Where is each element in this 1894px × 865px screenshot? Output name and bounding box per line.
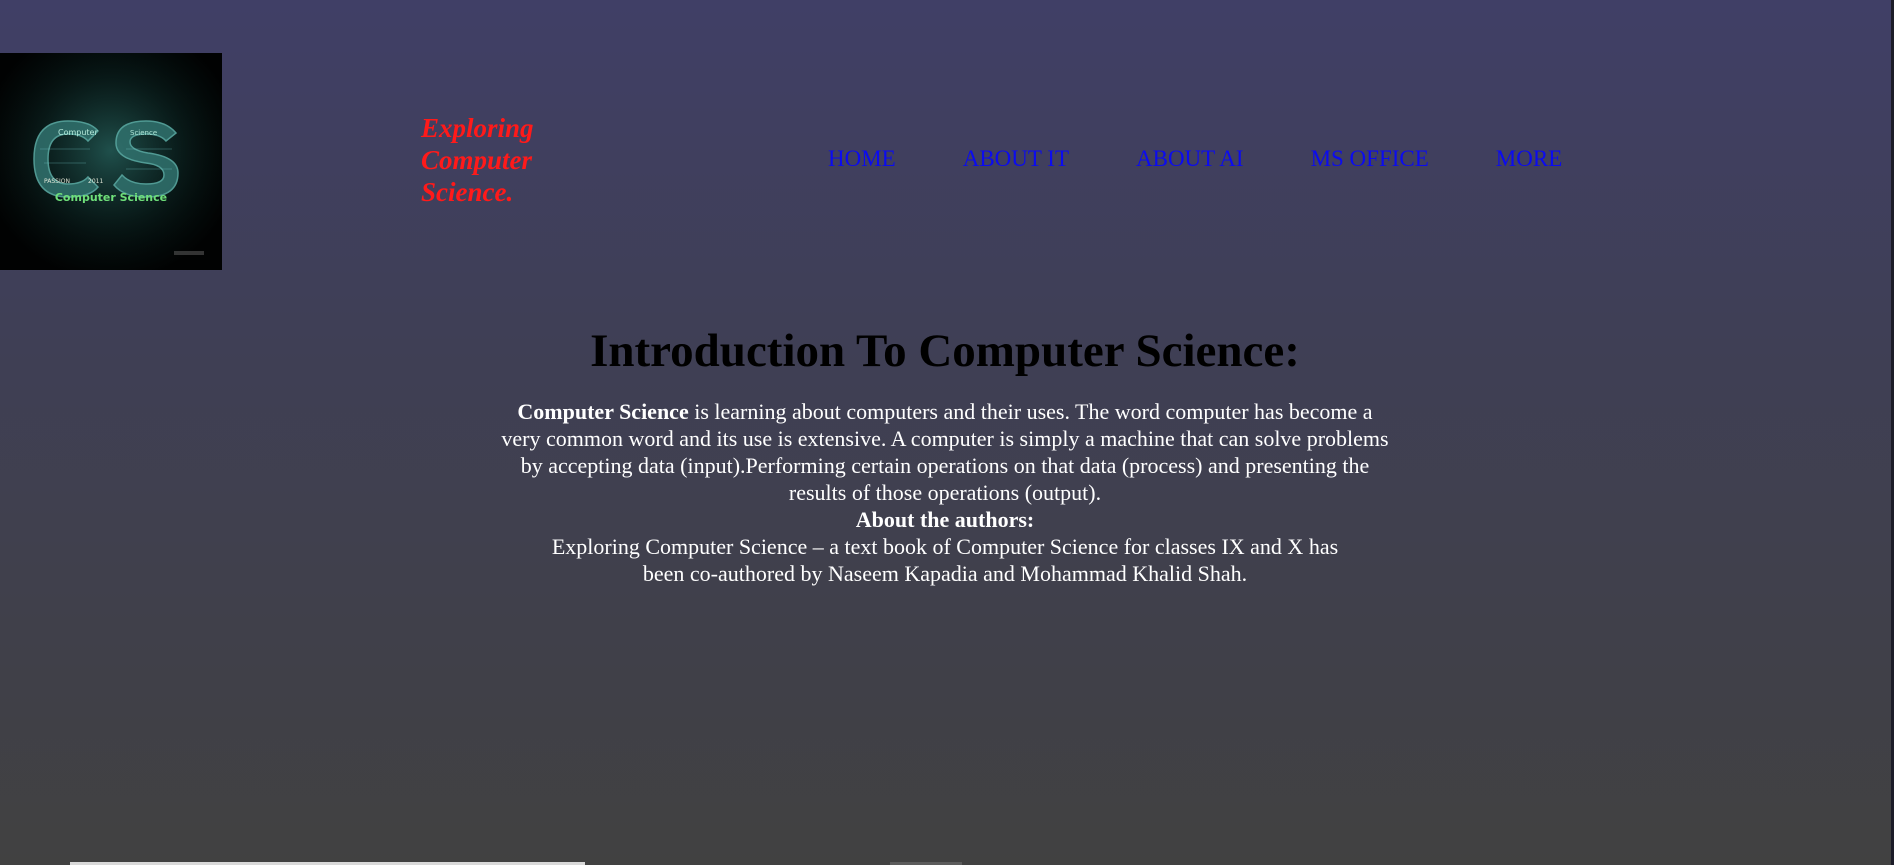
nav-link-about-it[interactable]: ABOUT IT: [963, 144, 1069, 174]
nav-item-ms-office: MS OFFICE: [1311, 144, 1429, 174]
nav-item-more: MORE: [1496, 144, 1562, 174]
main-navigation: HOME ABOUT IT ABOUT AI MS OFFICE MORE: [828, 144, 1562, 174]
nav-item-home: HOME: [828, 144, 896, 174]
nav-link-home[interactable]: HOME: [828, 144, 896, 174]
logo-word-passion: PASSION: [44, 178, 70, 185]
cs-logo-image: Computer Science PASSION 2011 Computer S…: [0, 53, 222, 270]
logo-word-science: Science: [130, 129, 157, 137]
authors-paragraph: Exploring Computer Science – a text book…: [551, 534, 1339, 586]
nav-link-about-ai[interactable]: ABOUT AI: [1136, 144, 1244, 174]
nav-link-more[interactable]: MORE: [1496, 144, 1562, 174]
authors-heading: About the authors:: [855, 507, 1035, 532]
intro-bold-term: Computer Science: [517, 399, 689, 424]
nav-item-about-it: ABOUT IT: [963, 144, 1069, 174]
logo-word-2011: 2011: [88, 178, 103, 185]
intro-paragraph: Computer Science is learning about compu…: [500, 398, 1390, 506]
nav-link-ms-office[interactable]: MS OFFICE: [1311, 144, 1429, 174]
main-content: Introduction To Computer Science: Comput…: [500, 318, 1390, 587]
site-title: Exploring Computer Science.: [421, 113, 534, 207]
logo-caption: Computer Science: [55, 191, 167, 204]
page-heading: Introduction To Computer Science:: [590, 325, 1300, 377]
nav-item-about-ai: ABOUT AI: [1136, 144, 1244, 174]
site-logo: Computer Science PASSION 2011 Computer S…: [0, 53, 222, 270]
logo-word-computer: Computer: [58, 128, 98, 137]
